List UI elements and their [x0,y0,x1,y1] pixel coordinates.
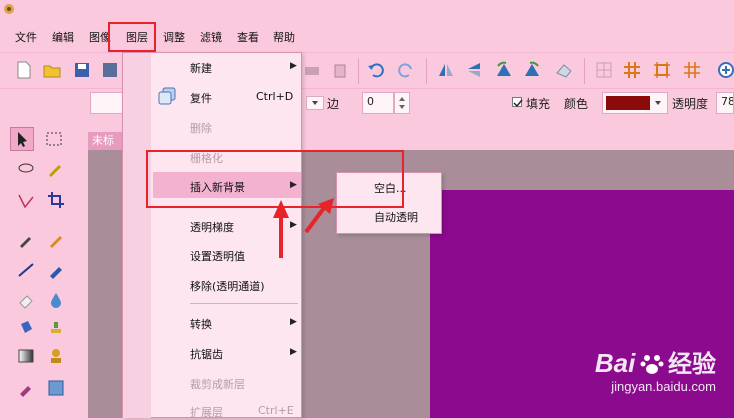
grid-lines-icon[interactable] [682,60,702,80]
menu-file[interactable]: 文件 [15,29,37,45]
crop-icon[interactable] [46,190,66,210]
redo-icon[interactable] [396,60,416,80]
fill-label: 填充 [526,97,551,111]
annotation-arrows-icon [273,198,334,258]
save-icon[interactable] [72,60,92,80]
chevron-down-icon [655,101,661,105]
baidu-watermark: Bai 经验 jingyan.baidu.com [595,344,716,394]
color-picker[interactable] [602,92,668,114]
gradient-icon[interactable] [16,346,36,366]
opacity-input[interactable]: 78 [716,92,734,114]
new-file-icon[interactable] [14,60,34,80]
watermark-url: jingyan.baidu.com [611,379,716,394]
clone-stamp-icon[interactable] [46,318,66,338]
eraser-icon[interactable] [16,290,36,310]
toolbar-separator [584,58,585,84]
menu-filter[interactable]: 滤镜 [200,29,222,45]
eraser-cloud-icon[interactable] [554,60,574,80]
watermark-brand-cn: 经验 [668,351,716,378]
fill-bucket-icon[interactable] [16,318,36,338]
grid-box-icon[interactable] [652,60,672,80]
lasso-icon[interactable] [16,160,36,180]
blur-drop-icon[interactable] [46,290,66,310]
shortcut-duplicate: Ctrl+D [256,90,294,103]
brush-icon[interactable] [46,260,66,280]
menu-item-crop-new-layer[interactable]: 裁剪成新层 [190,376,245,392]
zoom-in-icon[interactable] [716,60,734,80]
edge-input[interactable]: 0 [362,92,394,114]
open-folder-icon[interactable] [42,60,62,80]
font-select[interactable] [90,92,124,114]
submenu-item-auto-transparent[interactable]: 自动透明 [374,209,418,225]
undo-icon[interactable] [366,60,386,80]
app-icon [4,4,14,14]
eyedropper-icon[interactable] [16,230,36,250]
menu-item-convert[interactable]: 转换 [190,316,212,332]
menu-item-new[interactable]: 新建 [190,60,212,76]
menu-item-delete[interactable]: 删除 [190,120,212,136]
menu-item-remove-alpha[interactable]: 移除(透明通道) [190,278,265,294]
rect-select-icon[interactable] [44,129,64,149]
fill-checkbox[interactable] [512,97,523,108]
menu-item-transparency-gradient[interactable]: 透明梯度 [190,219,234,235]
duplicate-icon [158,87,176,105]
print-icon[interactable] [302,60,322,80]
annotation-box-layer-menu [108,22,156,52]
smudge-icon[interactable] [16,378,36,398]
toolbar-separator [426,58,427,84]
opacity-label: 透明度 [672,97,709,111]
menu-item-antialias[interactable]: 抗锯齿 [190,346,223,362]
menu-item-duplicate[interactable]: 复件 [190,90,212,106]
edge-spinner[interactable] [394,92,410,114]
grid-hash-icon[interactable] [622,60,642,80]
menu-icon-gutter [123,53,151,418]
toolbox [0,122,86,418]
magic-wand-icon[interactable] [46,160,66,180]
chevron-down-icon[interactable] [306,96,324,110]
submenu-arrow-icon: ▶ [290,317,297,327]
delete-icon[interactable] [330,60,350,80]
flip-vertical-icon[interactable] [464,60,484,80]
pencil-icon[interactable] [46,230,66,250]
menu-item-set-transparency[interactable]: 设置透明值 [190,248,245,264]
menu-edit[interactable]: 编辑 [52,29,74,45]
rotate-right-icon[interactable] [522,60,542,80]
submenu-arrow-icon: ▶ [290,347,297,357]
line-icon[interactable] [16,260,36,280]
text-tool-icon[interactable] [46,378,66,398]
edge-label: 边 [327,97,340,111]
save-as-icon[interactable] [100,60,120,80]
check-icon [513,99,523,108]
shortcut-extend-layer: Ctrl+E [258,404,294,417]
paw-icon [640,355,664,374]
title-bar [0,0,734,20]
spinner-arrows-icon [399,97,405,109]
color-label: 颜色 [564,97,589,111]
menu-help[interactable]: 帮助 [273,29,295,45]
grid-icon[interactable] [594,60,614,80]
menu-separator [190,303,298,304]
toolbar-separator [358,58,359,84]
watermark-brand: Bai [594,348,636,378]
color-swatch [606,96,650,110]
polygon-lasso-icon[interactable] [16,190,36,210]
menu-adjust[interactable]: 调整 [163,29,185,45]
submenu-arrow-icon: ▶ [290,61,297,71]
rotate-left-icon[interactable] [494,60,514,80]
flip-horizontal-icon[interactable] [436,60,456,80]
pointer-icon[interactable] [12,129,32,149]
menu-view[interactable]: 查看 [237,29,259,45]
stamp-icon[interactable] [46,346,66,366]
